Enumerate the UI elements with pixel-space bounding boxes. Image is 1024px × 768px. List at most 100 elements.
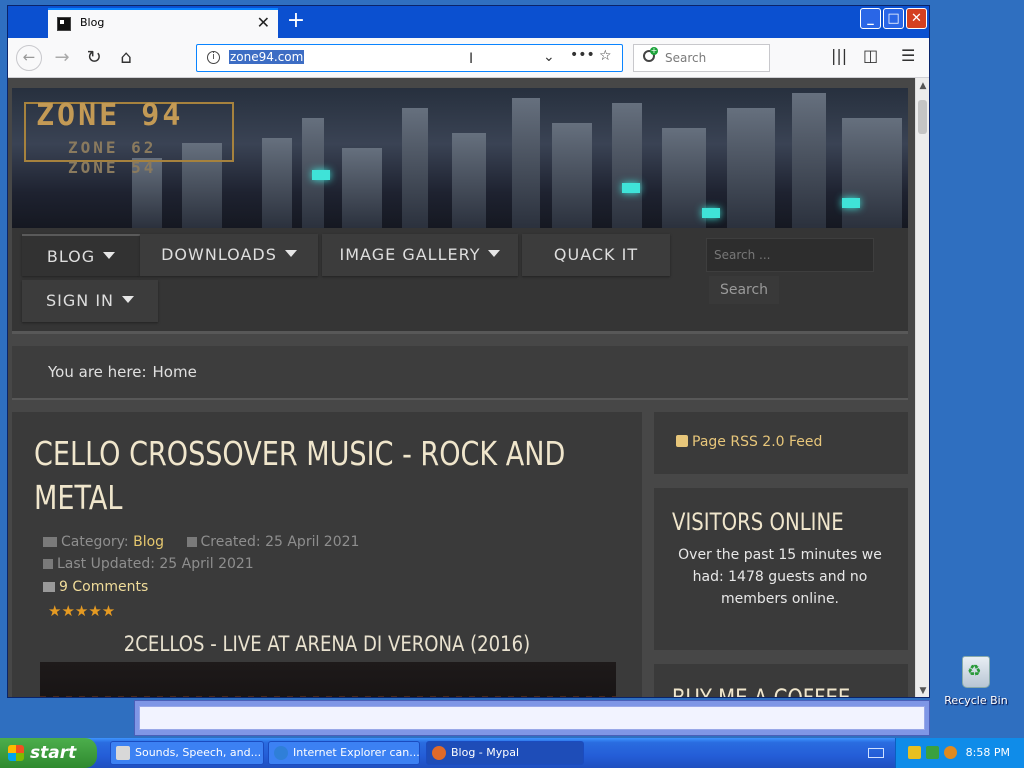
visitors-online-box: VISITORS ONLINE Over the past 15 minutes…: [654, 488, 908, 650]
browser-window: Blog ✕ + _ □ ✕ ← → ↻ ⌂ i zone94.com I ⌄ …: [7, 5, 930, 698]
logo-sub-1: ZONE 62: [68, 138, 157, 157]
coffee-title: BUY ME A COFFEE: [672, 684, 851, 698]
search-placeholder: Search: [665, 51, 707, 65]
browser-search-box[interactable]: + Search: [633, 44, 770, 72]
rating-stars[interactable]: ★★★★★: [48, 602, 115, 620]
menu-blog-label: BLOG: [46, 247, 96, 266]
site-menu: BLOG DOWNLOADS IMAGE GALLERY QUACK IT SI…: [12, 228, 908, 334]
bookmark-star-icon[interactable]: ☆: [599, 48, 612, 64]
page-viewport: ZONE 94 ZONE 62 ZONE 54 BLOG DOWNLOADS I…: [8, 78, 915, 698]
rss-icon: [676, 435, 688, 447]
library-icon[interactable]: |||: [831, 46, 847, 65]
menu-downloads[interactable]: DOWNLOADS: [140, 234, 318, 276]
close-tab-icon[interactable]: ✕: [257, 13, 270, 32]
article-updated: Last Updated: 25 April 2021: [43, 556, 254, 572]
scroll-thumb[interactable]: [918, 100, 927, 134]
nav-toolbar: ← → ↻ ⌂ i zone94.com I ⌄ ••• ☆ + Search …: [8, 38, 929, 78]
back-button[interactable]: ←: [16, 45, 42, 71]
recycle-bin[interactable]: Recycle Bin: [944, 656, 1008, 707]
visitors-text: Over the past 15 minutes we had: 1478 gu…: [678, 547, 882, 607]
folder-icon: [43, 537, 57, 547]
tab-title: Blog: [80, 16, 105, 29]
coffee-box: BUY ME A COFFEE: [654, 664, 908, 698]
menu-quack-it-label: QUACK IT: [553, 245, 639, 264]
menu-image-gallery-label: IMAGE GALLERY: [339, 245, 481, 264]
close-window-button[interactable]: ✕: [906, 8, 927, 29]
sidebar-icon[interactable]: ◫: [863, 46, 878, 65]
breadcrumb-prefix: You are here:: [48, 363, 147, 381]
task-sounds-speech[interactable]: Sounds, Speech, and...: [110, 741, 264, 765]
minimize-button[interactable]: _: [860, 8, 881, 29]
rss-feed-link[interactable]: Page RSS 2.0 Feed: [676, 434, 822, 450]
recycle-bin-icon: [962, 656, 990, 688]
caret-down-icon: [122, 296, 134, 303]
tab-blog[interactable]: Blog ✕: [48, 8, 278, 38]
page-actions-icon[interactable]: •••: [570, 47, 595, 63]
menu-blog[interactable]: BLOG: [22, 234, 140, 276]
keyboard-icon[interactable]: [868, 748, 884, 758]
comments-link[interactable]: 9 Comments: [43, 579, 148, 595]
site-favicon-icon: [57, 17, 71, 31]
clock[interactable]: 8:58 PM: [966, 746, 1010, 759]
internet-explorer-icon: [274, 746, 288, 760]
new-tab-button[interactable]: +: [284, 8, 308, 34]
url-text[interactable]: zone94.com: [229, 50, 305, 64]
article: CELLO CROSSOVER MUSIC - ROCK AND METAL C…: [12, 412, 642, 697]
site-logo[interactable]: ZONE 94: [36, 98, 183, 133]
url-bar[interactable]: i zone94.com I ⌄ ••• ☆: [196, 44, 623, 72]
category-link[interactable]: Blog: [133, 534, 164, 550]
rss-label: Page RSS 2.0 Feed: [692, 434, 823, 450]
embedded-video[interactable]: [40, 662, 616, 697]
calendar-icon: [43, 559, 53, 569]
task-label: Internet Explorer can...: [293, 746, 420, 759]
add-search-engine-icon: +: [650, 46, 658, 55]
scroll-up-icon[interactable]: ▲: [917, 80, 929, 92]
search-tray-icon[interactable]: [944, 746, 957, 759]
mypal-browser-icon: [432, 746, 446, 760]
menu-hamburger-icon[interactable]: ☰: [901, 46, 915, 65]
task-label: Sounds, Speech, and...: [135, 746, 262, 759]
breadcrumb-home[interactable]: Home: [153, 363, 197, 381]
menu-downloads-label: DOWNLOADS: [161, 245, 277, 264]
caret-down-icon: [103, 252, 116, 259]
tab-strip: Blog ✕ + _ □ ✕: [8, 6, 929, 38]
network-icon[interactable]: [926, 746, 939, 759]
comments-count: 9 Comments: [59, 579, 149, 595]
system-tray: 8:58 PM: [895, 738, 1024, 768]
updated-date: Last Updated: 25 April 2021: [57, 556, 254, 572]
control-panel-icon: [116, 746, 130, 760]
reload-button[interactable]: ↻: [82, 46, 106, 70]
menu-sign-in-label: SIGN IN: [45, 291, 114, 310]
site-info-icon[interactable]: i: [207, 51, 220, 64]
logo-sub-2: ZONE 54: [68, 158, 157, 177]
security-shield-icon[interactable]: [908, 746, 921, 759]
start-button[interactable]: start: [0, 738, 97, 768]
maximize-button[interactable]: □: [883, 8, 904, 29]
article-title[interactable]: CELLO CROSSOVER MUSIC - ROCK AND METAL: [34, 432, 592, 520]
recycle-bin-label: Recycle Bin: [944, 694, 1008, 707]
article-category: Category: Blog Created: 25 April 2021: [43, 534, 359, 550]
visitors-title: VISITORS ONLINE: [672, 508, 844, 536]
breadcrumb: You are here: Home: [12, 346, 908, 400]
video-title: 2CELLOS - LIVE AT ARENA DI VERONA (2016): [123, 632, 531, 656]
site-banner: ZONE 94 ZONE 62 ZONE 54: [12, 88, 908, 228]
page-scrollbar[interactable]: ▲ ▼: [915, 78, 929, 697]
comment-icon: [43, 582, 55, 592]
url-dropdown-icon[interactable]: ⌄: [543, 49, 555, 65]
text-cursor-icon: I: [469, 51, 474, 67]
rss-box: Page RSS 2.0 Feed: [654, 412, 908, 474]
calendar-icon: [186, 537, 197, 547]
site-search-input[interactable]: Search ...: [706, 238, 874, 272]
task-label: Blog - Mypal: [451, 746, 520, 759]
home-button[interactable]: ⌂: [114, 46, 138, 70]
task-internet-explorer[interactable]: Internet Explorer can...: [268, 741, 420, 765]
created-date: Created: 25 April 2021: [200, 534, 360, 550]
scroll-down-icon[interactable]: ▼: [917, 685, 929, 697]
background-window[interactable]: [134, 700, 930, 736]
forward-button[interactable]: →: [50, 46, 74, 70]
menu-quack-it[interactable]: QUACK IT: [522, 234, 670, 276]
menu-sign-in[interactable]: SIGN IN: [22, 280, 158, 322]
site-search-button[interactable]: Search: [709, 276, 779, 304]
task-blog-mypal[interactable]: Blog - Mypal: [426, 741, 584, 765]
menu-image-gallery[interactable]: IMAGE GALLERY: [322, 234, 518, 276]
